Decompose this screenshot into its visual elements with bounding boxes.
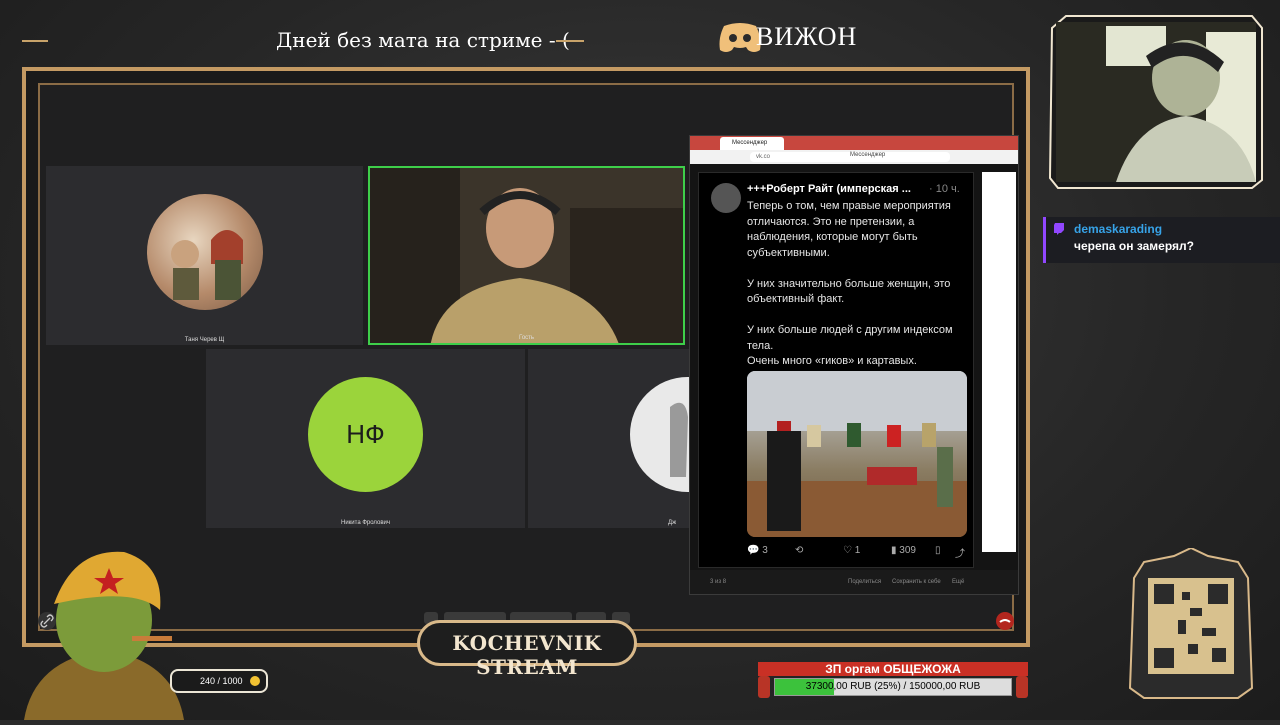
participant-tile[interactable]: НФ Никита Фролович bbox=[206, 349, 525, 528]
browser-content: +++Роберт Райт (имперская ... · 10 ч. Те… bbox=[690, 164, 1018, 594]
coin-icon bbox=[250, 676, 260, 686]
mascot-illustration bbox=[14, 540, 194, 720]
chat-text: черепа он замерял? bbox=[1074, 239, 1194, 253]
participant-tile-active[interactable]: Гость bbox=[368, 166, 685, 345]
save-link[interactable]: Сохранить к себе bbox=[892, 579, 941, 585]
goal-progress-text: 37300,00 RUB (25%) / 150000,00 RUB bbox=[805, 681, 981, 692]
brand-text: KOCHEVNIK STREAM bbox=[452, 631, 602, 679]
participant-video bbox=[370, 168, 683, 343]
streamer-webcam bbox=[1046, 12, 1266, 192]
brand-badge: KOCHEVNIK STREAM bbox=[417, 620, 637, 679]
participant-avatar bbox=[630, 377, 690, 492]
avatar-illustration bbox=[670, 402, 688, 477]
bookmark-button[interactable]: ▯ bbox=[935, 545, 941, 556]
like-button[interactable]: ♡ 1 bbox=[843, 545, 860, 556]
image-counter: 3 из 8 bbox=[710, 579, 727, 585]
goal-frame-right bbox=[1016, 676, 1028, 698]
viewer-footer: 3 из 8 Поделиться Сохранить к себе Ещё bbox=[690, 570, 1018, 594]
avatar-illustration bbox=[171, 230, 243, 300]
goal-title: ЗП оргам ОБЩЕЖОЖА bbox=[758, 662, 1028, 676]
views-button[interactable]: ▮ 309 bbox=[891, 545, 916, 556]
webcam-feed bbox=[1048, 15, 1263, 189]
like-count: 1 bbox=[854, 545, 861, 556]
ticker-right-line bbox=[556, 40, 584, 42]
ticker-text: Дней без мата на стриме - ( bbox=[276, 28, 570, 52]
participant-tile[interactable]: Таня Черев Щ bbox=[46, 166, 363, 345]
browser-addressbar: vk.co Мессенджер bbox=[690, 150, 1018, 164]
participant-name: Гость bbox=[518, 335, 535, 341]
discord-label: ВИЖОН bbox=[756, 22, 858, 51]
participant-initials-avatar: НФ bbox=[308, 377, 423, 492]
chat-message: demaskarading черепа он замерял? bbox=[1043, 217, 1280, 263]
tweet-text: Теперь о том, чем правые мероприятия отл… bbox=[747, 200, 953, 367]
chat-username[interactable]: demaskarading bbox=[1074, 222, 1162, 236]
tweet-photo[interactable] bbox=[747, 371, 967, 537]
tweet-time: · 10 ч. bbox=[929, 183, 960, 195]
participant-name: Дж bbox=[668, 520, 677, 526]
tweet-author[interactable]: +++Роберт Райт (имперская ... bbox=[747, 183, 911, 195]
more-link[interactable]: Ещё bbox=[952, 579, 964, 585]
browser-tabbar: Мессенджер bbox=[690, 136, 1018, 150]
twitch-icon bbox=[1054, 223, 1064, 235]
qr-code-donation[interactable] bbox=[1128, 546, 1254, 702]
participant-name: Никита Фролович bbox=[340, 520, 391, 526]
reply-count: 3 bbox=[762, 545, 768, 556]
ticker: Дней без мата на стриме - ( bbox=[0, 18, 700, 62]
participant-avatar bbox=[147, 194, 263, 310]
reply-button[interactable]: 💬 3 bbox=[747, 545, 768, 556]
participant-initials: НФ bbox=[346, 419, 385, 449]
points-text: 240 / 1000 bbox=[200, 676, 243, 686]
share-link[interactable]: Поделиться bbox=[848, 579, 881, 585]
tweet-card: +++Роберт Райт (имперская ... · 10 ч. Те… bbox=[698, 172, 974, 568]
browser-tab[interactable]: Мессенджер bbox=[720, 137, 784, 150]
browser-window: Мессенджер vk.co Мессенджер +++Роберт Ра… bbox=[689, 135, 1019, 595]
participant-tile[interactable]: Дж bbox=[528, 349, 690, 528]
participant-name: Таня Черев Щ bbox=[184, 337, 225, 343]
retweet-button[interactable]: ⟲ bbox=[795, 545, 803, 556]
orc-soldier-icon bbox=[24, 551, 184, 720]
messenger-side-panel bbox=[982, 172, 1016, 552]
tweet-author-avatar[interactable] bbox=[711, 183, 741, 213]
goal-frame-left bbox=[758, 676, 770, 698]
page-title: Мессенджер bbox=[850, 152, 886, 158]
channel-points: 240 / 1000 bbox=[170, 669, 268, 693]
tweet-actions: 💬 3 ⟲ ♡ 1 ▮ 309 ▯ ⤴ bbox=[747, 545, 969, 560]
share-button[interactable]: ⤴ bbox=[955, 545, 965, 560]
goal-progress-bar: 37300,00 RUB (25%) / 150000,00 RUB bbox=[774, 678, 1012, 696]
views-count: 309 bbox=[899, 545, 916, 556]
hangup-icon bbox=[999, 619, 1011, 623]
ticker-left-line bbox=[22, 40, 48, 42]
donation-goal: ЗП оргам ОБЩЕЖОЖА 37300,00 RUB (25%) / 1… bbox=[758, 662, 1028, 704]
end-call-button[interactable] bbox=[996, 612, 1014, 630]
qr-icon bbox=[1128, 546, 1254, 699]
event-hall-photo bbox=[747, 371, 967, 537]
